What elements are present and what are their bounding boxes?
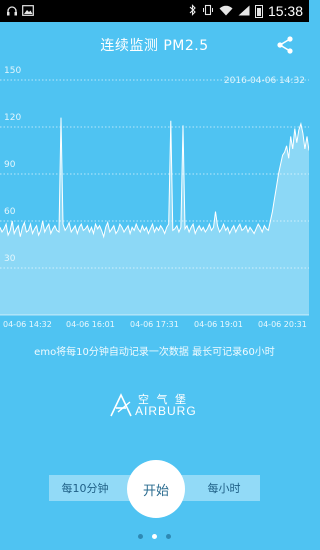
- page-indicator: [0, 534, 309, 539]
- header: 连续监测 PM2.5: [0, 22, 309, 68]
- signal-icon: [238, 5, 250, 18]
- y-tick-label: 60: [4, 207, 16, 217]
- headphones-icon: [6, 5, 18, 18]
- page-dot[interactable]: [138, 534, 143, 539]
- wifi-icon: [219, 5, 233, 18]
- status-bar: 15:38: [0, 0, 309, 22]
- bluetooth-icon: [189, 4, 197, 18]
- x-tick-label: 04-06 19:01: [194, 320, 243, 329]
- x-tick-label: 04-06 16:01: [66, 320, 115, 329]
- start-button[interactable]: 开始: [127, 460, 185, 518]
- x-tick-label: 04-06 17:31: [130, 320, 179, 329]
- y-tick-label: 90: [4, 160, 16, 170]
- chart-timestamp: 2016-04-06 14:32: [223, 76, 305, 86]
- page-dot-active[interactable]: [152, 534, 157, 539]
- recording-caption: emo将每10分钟自动记录一次数据 最长可记录60小时: [34, 347, 275, 358]
- chart-canvas: [0, 79, 309, 316]
- y-tick-label: 150: [4, 66, 22, 76]
- logo-english-text: AIRBURG: [135, 404, 197, 418]
- y-tick-label: 30: [4, 254, 16, 264]
- interval-10min-option[interactable]: 每10分钟: [49, 475, 121, 501]
- status-time: 15:38: [267, 3, 303, 19]
- image-icon: [22, 4, 34, 18]
- vibrate-icon: [202, 4, 214, 18]
- battery-icon: [254, 4, 263, 18]
- interval-hourly-option[interactable]: 每小时: [188, 475, 260, 501]
- share-icon[interactable]: [275, 35, 295, 55]
- page-dot[interactable]: [166, 534, 171, 539]
- chart-series-line: [0, 117, 309, 239]
- y-tick-label: 120: [4, 113, 22, 123]
- x-tick-label: 04-06 20:31: [258, 320, 307, 329]
- airburg-logo-icon: [110, 393, 132, 417]
- pm25-chart: 2016-04-06 14:32 150 120 90 60 30 04-06 14:3…: [0, 66, 309, 333]
- page-title: 连续监测 PM2.5: [100, 38, 209, 54]
- airburg-logo: 空 气 堡 AIRBURG: [108, 390, 203, 422]
- x-tick-label: 04-06 14:32: [3, 320, 52, 329]
- chart-area-fill: [0, 117, 309, 315]
